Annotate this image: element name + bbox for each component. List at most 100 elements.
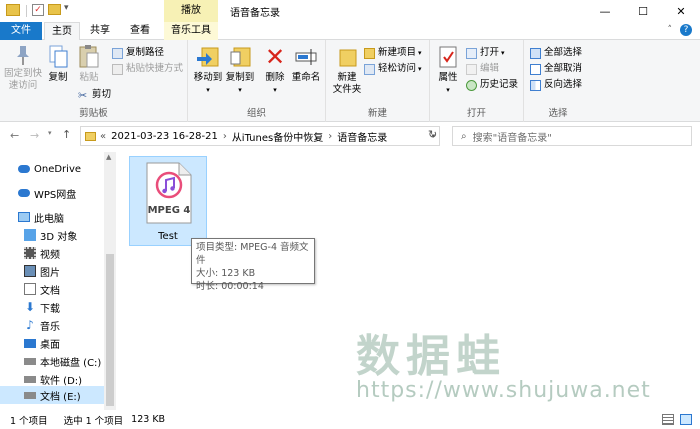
pin-icon [16, 44, 30, 66]
breadcrumb-sep-icon[interactable]: › [223, 131, 227, 142]
minimize-button[interactable]: — [586, 0, 624, 22]
nav-label: 音乐 [40, 321, 60, 333]
pin-quick-access-button[interactable]: 固定到快 速访问 [4, 44, 42, 92]
nav-label: 软件 (D:) [40, 375, 83, 387]
copy-to-button[interactable]: 复制到 ▾ [224, 44, 256, 96]
copy-to-dropdown-icon[interactable]: ▾ [224, 84, 256, 96]
cut-button[interactable]: ✂ 剪切 [78, 88, 111, 102]
nav-label: 3D 对象 [40, 231, 78, 243]
delete-button[interactable]: ✕ 删除 ▾ [262, 44, 288, 96]
details-view-icon[interactable] [662, 414, 674, 425]
maximize-button[interactable]: ☐ [624, 0, 662, 22]
large-icons-view-icon[interactable] [680, 414, 692, 425]
drive-icon [24, 375, 36, 383]
history-label: 历史记录 [480, 79, 519, 90]
address-folder-icon [85, 131, 96, 141]
edit-icon [466, 63, 477, 75]
breadcrumb-sep-icon[interactable]: › [328, 131, 332, 142]
folder-icon [6, 4, 20, 16]
copy-path-icon [112, 47, 123, 59]
paste-button[interactable]: 粘贴 [74, 44, 104, 84]
nav-item-drive-e[interactable]: 文档 (E:) [0, 386, 104, 404]
new-item-button[interactable]: 新建项目 ▾ [364, 46, 422, 60]
move-to-button[interactable]: 移动到 ▾ [192, 44, 224, 96]
move-to-icon [196, 44, 220, 70]
watermark-url: https://www.shujuwa.net [356, 378, 651, 403]
copy-to-icon [228, 44, 252, 70]
status-bar: 1 个项目 选中 1 个项目 123 KB [0, 410, 700, 429]
copy-button[interactable]: 复制 [44, 44, 72, 84]
address-bar[interactable]: « 2021-03-23 16-28-21 › 从iTunes备份中恢复 › 语… [80, 126, 440, 146]
help-icon[interactable]: ? [680, 24, 692, 36]
rename-button[interactable]: 重命名 [290, 44, 322, 84]
easy-access-dropdown-icon[interactable]: ▾ [418, 62, 422, 76]
invert-selection-label: 反向选择 [544, 79, 583, 90]
nav-label: 图片 [40, 267, 60, 279]
paste-shortcut-button[interactable]: 粘贴快捷方式 [112, 62, 183, 76]
tab-share[interactable]: 共享 [82, 22, 118, 40]
music-note-icon: ♪ [26, 318, 34, 332]
properties-button[interactable]: 属性 ▾ [434, 44, 462, 96]
recent-dropdown-icon[interactable]: ▾ [48, 129, 52, 137]
close-button[interactable]: ✕ [662, 0, 700, 22]
breadcrumb-1[interactable]: 从iTunes备份中恢复 [232, 129, 323, 144]
copy-path-button[interactable]: 复制路径 [112, 46, 164, 60]
nav-scrollbar[interactable]: ▲ [104, 152, 116, 410]
paste-shortcut-label: 粘贴快捷方式 [126, 63, 184, 74]
breadcrumb-0[interactable]: 2021-03-23 16-28-21 [111, 131, 218, 142]
divider [26, 5, 27, 17]
new-folder-quick-icon[interactable] [48, 4, 61, 15]
tooltip-size: 大小: 123 KB [196, 268, 256, 279]
new-folder-label-1: 新建 [337, 72, 357, 83]
select-all-button[interactable]: 全部选择 [530, 46, 582, 60]
cloud-icon [18, 165, 30, 173]
breadcrumb-2[interactable]: 语音备忘录 [337, 129, 387, 144]
clipboard-group-label: 剪贴板 [79, 108, 108, 119]
pin-label-1: 固定到快 [4, 68, 43, 79]
tab-music-tools[interactable]: 音乐工具 [164, 22, 218, 40]
selected-size: 123 KB [131, 414, 166, 425]
overflow-chevron-icon[interactable]: « [100, 131, 106, 142]
forward-arrow-icon[interactable]: → [30, 129, 39, 142]
back-arrow-icon[interactable]: ← [10, 129, 19, 142]
properties-label: 属性 [438, 72, 458, 83]
new-group-label: 新建 [367, 108, 387, 119]
tab-file[interactable]: 文件 [0, 22, 42, 40]
properties-check-icon[interactable]: ✓ [32, 4, 44, 16]
search-input[interactable]: 搜索"语音备忘录" [473, 129, 552, 144]
delete-dropdown-icon[interactable]: ▾ [262, 84, 288, 96]
copy-label: 复制 [48, 72, 68, 83]
file-item[interactable]: MPEG 4 Test [129, 156, 207, 246]
open-dropdown-icon[interactable]: ▾ [501, 46, 505, 60]
properties-dropdown-icon[interactable]: ▾ [434, 84, 462, 96]
tab-view[interactable]: 查看 [122, 22, 158, 40]
tab-home[interactable]: 主页 [44, 22, 80, 41]
copy-icon [46, 44, 70, 70]
history-button[interactable]: 历史记录 [466, 78, 518, 92]
quick-access-dropdown-icon[interactable]: ▾ [64, 3, 69, 13]
organize-group-label: 组织 [246, 108, 266, 119]
search-box[interactable]: ⌕ 搜索"语音备忘录" [452, 126, 692, 146]
tooltip-type: 项目类型: MPEG-4 音频文件 [196, 242, 309, 266]
nav-label: WPS网盘 [34, 189, 77, 201]
rename-icon [294, 44, 318, 70]
select-none-button[interactable]: 全部取消 [530, 62, 582, 76]
refresh-icon[interactable]: ↻ [428, 128, 437, 141]
nav-label: 视频 [40, 249, 60, 261]
new-folder-button[interactable]: 新建 文件夹 [330, 44, 364, 96]
edit-button[interactable]: 编辑 [466, 62, 499, 76]
cloud-icon [18, 189, 30, 197]
up-arrow-icon[interactable]: ↑ [62, 128, 71, 141]
collapse-ribbon-icon[interactable]: ˄ [668, 25, 673, 35]
easy-access-button[interactable]: 轻松访问 ▾ [364, 62, 422, 76]
invert-selection-button[interactable]: 反向选择 [530, 78, 582, 92]
paste-icon [77, 44, 101, 70]
paste-shortcut-icon [112, 63, 123, 75]
open-button[interactable]: 打开 ▾ [466, 46, 505, 60]
nav-scroll-thumb[interactable] [106, 254, 114, 406]
move-to-dropdown-icon[interactable]: ▾ [192, 84, 224, 96]
new-item-dropdown-icon[interactable]: ▾ [418, 46, 422, 60]
scroll-up-icon[interactable]: ▲ [106, 153, 111, 161]
new-group: 新建 文件夹 新建项目 ▾ 轻松访问 ▾ 新建 [326, 40, 430, 122]
select-all-icon [530, 47, 541, 59]
